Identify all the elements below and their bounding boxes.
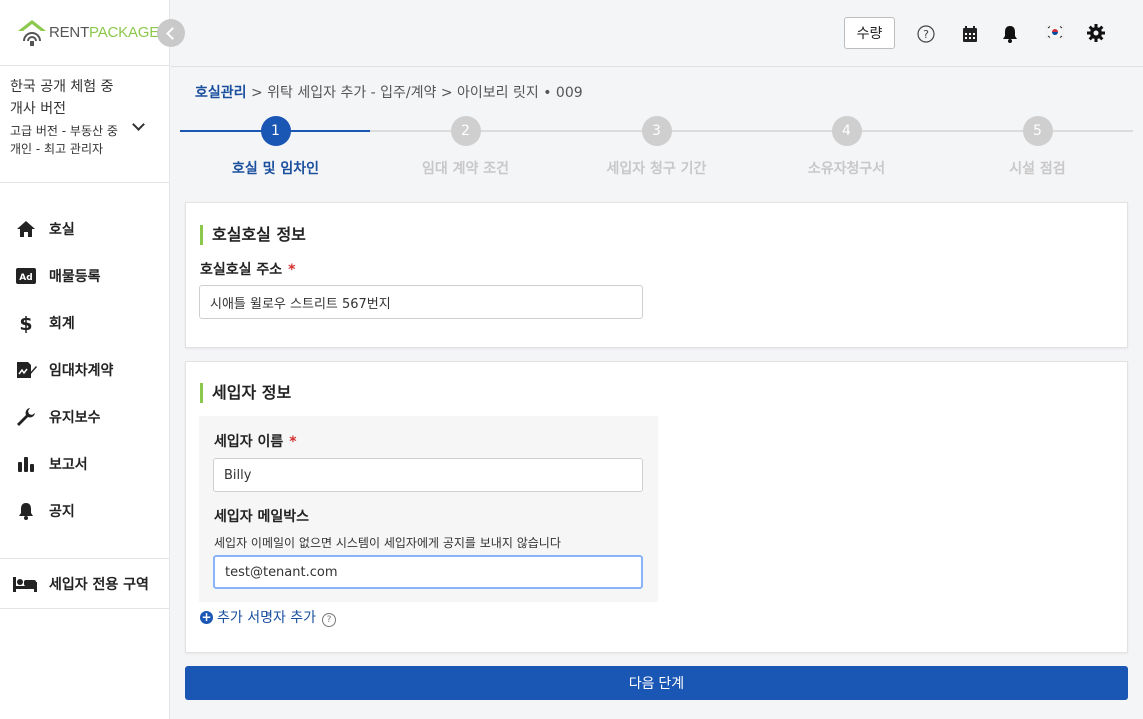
calendar-icon[interactable] bbox=[960, 24, 980, 44]
tenant-email-hint: 세입자 이메일이 없으면 시스템이 세입자에게 공지를 보내지 않습니다 bbox=[214, 536, 561, 550]
sidebar-item-label: 공지 bbox=[49, 503, 75, 520]
sidebar-item-tenant-area[interactable]: 세입자 전용 구역 bbox=[0, 559, 169, 609]
step-4[interactable]: 4 소유자청구서 bbox=[751, 116, 942, 178]
sidebar-collapse-button[interactable] bbox=[157, 19, 185, 47]
bed-icon bbox=[13, 573, 37, 595]
chevron-down-icon[interactable] bbox=[132, 118, 145, 131]
breadcrumb: 호실관리 > 위탁 세입자 추가 - 입주/계약 > 아이보리 릿지 • 009 bbox=[195, 82, 583, 102]
tenant-entry-box: 세입자 이름* 세입자 메일박스 세입자 이메일이 없으면 시스템이 세입자에게… bbox=[199, 416, 658, 602]
step-3[interactable]: 3 세입자 청구 기간 bbox=[561, 116, 752, 178]
sidebar-item-label: 회계 bbox=[49, 315, 75, 332]
breadcrumb-root-link[interactable]: 호실관리 bbox=[195, 85, 247, 101]
contract-sign-icon bbox=[15, 359, 37, 381]
sidebar: RENTPACKAGE 한국 공개 체험 중 개사 버전 고급 버전 - 부동산… bbox=[0, 0, 170, 719]
step-number: 2 bbox=[450, 116, 481, 146]
sidebar-item-reports[interactable]: 보고서 bbox=[0, 440, 169, 487]
plan-title: 한국 공개 체험 중 개사 버전 bbox=[10, 79, 114, 117]
ad-icon: Ad bbox=[15, 265, 37, 287]
tenant-name-input[interactable] bbox=[213, 458, 643, 492]
sidebar-item-label: 임대차계약 bbox=[49, 362, 114, 379]
required-mark: * bbox=[289, 434, 297, 450]
breadcrumb-path: > 위탁 세입자 추가 - 입주/계약 > 아이보리 릿지 • 009 bbox=[246, 85, 583, 101]
step-5[interactable]: 5 시설 점검 bbox=[942, 116, 1133, 178]
svg-text:Ad: Ad bbox=[19, 273, 32, 283]
korea-flag-icon[interactable] bbox=[1045, 22, 1065, 42]
logo-house-wifi-icon bbox=[18, 19, 46, 46]
step-label: 소유자청구서 bbox=[807, 161, 886, 177]
help-icon[interactable]: ? bbox=[916, 24, 936, 44]
add-signer-link[interactable]: + 추가 서명자 추가 ? bbox=[200, 607, 337, 627]
step-label: 임대 계약 조건 bbox=[421, 161, 510, 177]
sidebar-item-rooms[interactable]: 호실 bbox=[0, 205, 169, 252]
bar-chart-icon bbox=[15, 453, 37, 475]
step-number: 1 bbox=[260, 116, 291, 146]
step-label: 시설 점검 bbox=[1009, 161, 1066, 177]
tenant-area-label: 세입자 전용 구역 bbox=[49, 576, 149, 593]
logo[interactable]: RENTPACKAGE bbox=[0, 0, 169, 66]
plan-subtitle: 고급 버전 - 부동산 중개인 - 최고 관리자 bbox=[10, 124, 118, 156]
add-signer-label: 추가 서명자 추가 bbox=[217, 610, 317, 626]
logo-text: RENTPACKAGE bbox=[49, 24, 160, 41]
tenant-info-title: 세입자 정보 bbox=[200, 383, 291, 403]
room-info-card: 호실호실 정보 호실호실 주소 * bbox=[185, 202, 1128, 348]
sidebar-item-lease[interactable]: 임대차계약 bbox=[0, 346, 169, 393]
sidebar-item-label: 유지보수 bbox=[49, 409, 101, 426]
bell-icon bbox=[15, 500, 37, 522]
step-label: 세입자 청구 기간 bbox=[606, 161, 707, 177]
sidebar-nav: 호실 Ad 매물등록 $ 회계 임대차계약 유지보수 보고서 공지 bbox=[0, 183, 169, 534]
tenant-email-input[interactable] bbox=[213, 555, 643, 589]
home-icon bbox=[15, 218, 37, 240]
step-progress: 1 호실 및 임차인 2 임대 계약 조건 3 세입자 청구 기간 4 소유자청… bbox=[180, 116, 1133, 180]
sidebar-item-listing[interactable]: Ad 매물등록 bbox=[0, 252, 169, 299]
step-2[interactable]: 2 임대 계약 조건 bbox=[370, 116, 561, 178]
sidebar-item-label: 보고서 bbox=[49, 456, 88, 473]
step-label: 호실 및 임차인 bbox=[231, 161, 320, 177]
sidebar-item-maintenance[interactable]: 유지보수 bbox=[0, 393, 169, 440]
help-icon[interactable]: ? bbox=[322, 613, 337, 627]
address-input[interactable] bbox=[199, 285, 643, 319]
tenant-email-label: 세입자 메일박스 bbox=[214, 509, 310, 525]
plan-selector[interactable]: 한국 공개 체험 중 개사 버전 고급 버전 - 부동산 중개인 - 최고 관리… bbox=[0, 66, 169, 183]
next-step-button[interactable]: 다음 단계 bbox=[185, 666, 1128, 700]
top-header: 수량 ? bbox=[171, 0, 1143, 67]
step-number: 5 bbox=[1022, 116, 1053, 146]
step-number: 3 bbox=[641, 116, 672, 146]
quantity-button[interactable]: 수량 bbox=[844, 17, 895, 49]
svg-text:$: $ bbox=[19, 313, 32, 333]
plus-circle-icon: + bbox=[200, 609, 213, 624]
step-number: 4 bbox=[831, 116, 862, 146]
wrench-icon bbox=[15, 406, 37, 428]
room-info-title: 호실호실 정보 bbox=[200, 225, 306, 245]
sidebar-item-label: 매물등록 bbox=[49, 268, 101, 285]
sidebar-item-notices[interactable]: 공지 bbox=[0, 487, 169, 534]
tenant-name-label: 세입자 이름 * bbox=[214, 434, 297, 450]
step-1[interactable]: 1 호실 및 임차인 bbox=[180, 116, 371, 178]
required-mark: * bbox=[288, 262, 296, 278]
address-label: 호실호실 주소 * bbox=[200, 262, 296, 278]
notification-bell-icon[interactable] bbox=[1000, 24, 1020, 44]
svg-text:?: ? bbox=[923, 28, 929, 41]
settings-gear-icon[interactable] bbox=[1086, 23, 1106, 43]
sidebar-item-label: 호실 bbox=[49, 221, 75, 238]
dollar-icon: $ bbox=[15, 312, 37, 334]
tenant-info-card: 세입자 정보 세입자 이름* 세입자 메일박스 세입자 이메일이 없으면 시스템… bbox=[185, 361, 1128, 653]
sidebar-item-accounting[interactable]: $ 회계 bbox=[0, 299, 169, 346]
